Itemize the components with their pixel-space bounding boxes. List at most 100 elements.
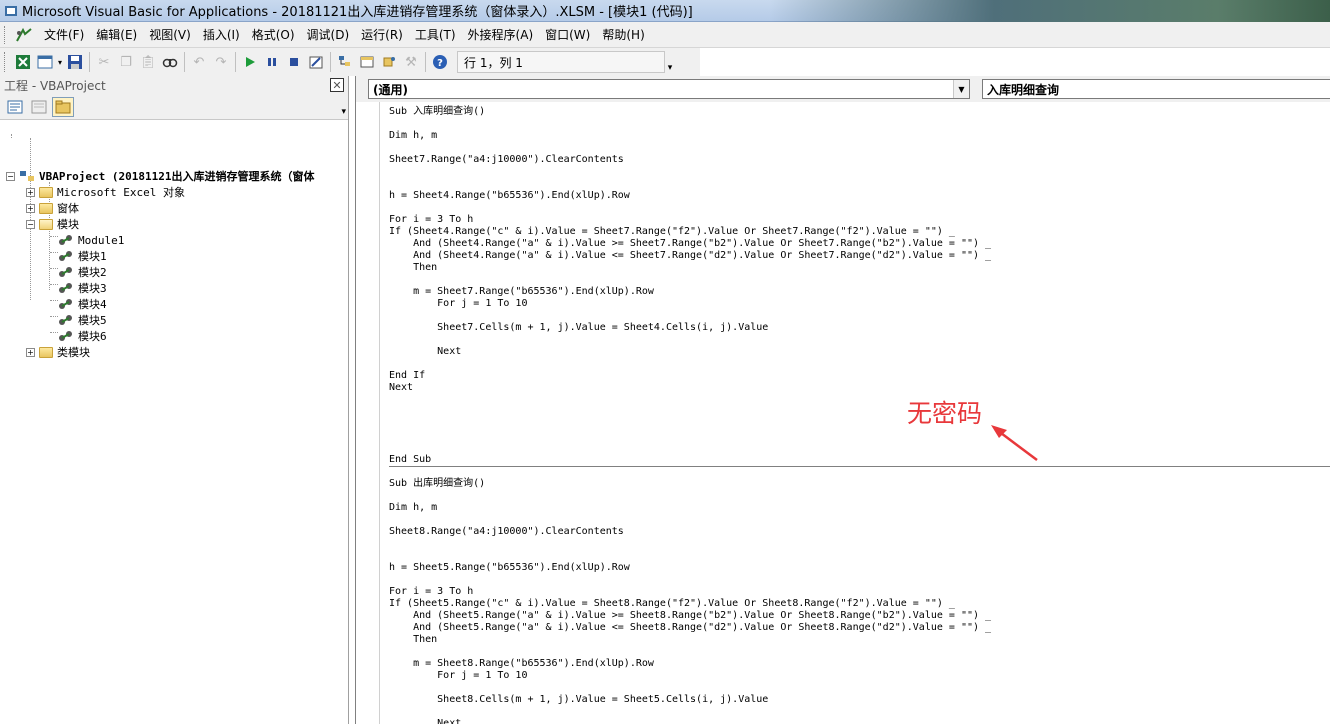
code-line[interactable]: h = Sheet4.Range("b65536").End(xlUp).Row bbox=[389, 190, 630, 202]
toggle-folders-icon[interactable] bbox=[52, 96, 74, 117]
tree-node-module[interactable]: 模块4 bbox=[58, 296, 107, 312]
code-line[interactable]: Sheet8.Cells(m + 1, j).Value = Sheet5.Ce… bbox=[389, 694, 768, 706]
menu-edit[interactable]: 编辑(E) bbox=[90, 26, 143, 43]
undo-icon[interactable]: ↶ bbox=[188, 51, 210, 73]
menu-debug[interactable]: 调试(D) bbox=[301, 26, 356, 43]
menu-tools[interactable]: 工具(T) bbox=[409, 26, 462, 43]
code-line[interactable]: Sub 出库明细查询() bbox=[389, 478, 485, 490]
expand-icon[interactable]: + bbox=[26, 347, 35, 357]
code-line[interactable]: m = Sheet7.Range("b65536").End(xlUp).Row bbox=[389, 286, 654, 298]
menu-window[interactable]: 窗口(W) bbox=[539, 26, 596, 43]
code-line[interactable]: And (Sheet4.Range("a" & i).Value >= Shee… bbox=[389, 238, 991, 250]
tree-node-excel-objects[interactable]: + Microsoft Excel 对象 bbox=[26, 184, 185, 200]
help-icon[interactable]: ? bbox=[429, 51, 451, 73]
run-icon[interactable] bbox=[239, 51, 261, 73]
code-line[interactable]: Dim h, m bbox=[389, 130, 437, 142]
folder-icon bbox=[39, 186, 53, 198]
annotation-text: 无密码 bbox=[907, 399, 983, 428]
save-icon[interactable] bbox=[64, 51, 86, 73]
code-line[interactable]: Next bbox=[389, 718, 461, 724]
code-line[interactable]: Dim h, m bbox=[389, 502, 437, 514]
collapse-icon[interactable]: − bbox=[26, 219, 35, 229]
code-line[interactable]: Sheet8.Range("a4:j10000").ClearContents bbox=[389, 526, 624, 538]
code-line[interactable]: Sheet7.Range("a4:j10000").ClearContents bbox=[389, 154, 624, 166]
menu-file[interactable]: 文件(F) bbox=[38, 26, 90, 43]
tree-node-module[interactable]: 模块3 bbox=[58, 280, 107, 296]
code-line[interactable]: Next bbox=[389, 346, 461, 358]
project-explorer-header: 工程 - VBAProject ✕ bbox=[0, 76, 348, 94]
object-combo[interactable]: (通用) ▼ bbox=[368, 79, 970, 99]
title-bar: Microsoft Visual Basic for Applications … bbox=[0, 0, 1330, 22]
code-line[interactable]: Next bbox=[389, 382, 413, 394]
module-icon bbox=[59, 331, 72, 341]
code-line[interactable]: Then bbox=[389, 262, 437, 274]
toolbox-icon[interactable]: ⚒ bbox=[400, 51, 422, 73]
break-icon[interactable] bbox=[261, 51, 283, 73]
paste-icon[interactable]: 📋︎ bbox=[137, 51, 159, 73]
window-title: Microsoft Visual Basic for Applications … bbox=[22, 5, 693, 20]
code-line[interactable]: m = Sheet8.Range("b65536").End(xlUp).Row bbox=[389, 658, 654, 670]
view-excel-icon[interactable] bbox=[12, 51, 34, 73]
code-line[interactable]: And (Sheet5.Range("a" & i).Value <= Shee… bbox=[389, 622, 991, 634]
menu-view[interactable]: 视图(V) bbox=[143, 26, 197, 43]
dropdown-arrow-icon[interactable]: ▾ bbox=[56, 51, 64, 73]
tree-node-module[interactable]: 模块6 bbox=[58, 328, 107, 344]
tree-node-vbaproject[interactable]: − VBAProject (20181121出入库进销存管理系统（窗体 bbox=[6, 168, 314, 184]
collapse-icon[interactable]: − bbox=[6, 171, 15, 181]
tree-node-module[interactable]: 模块5 bbox=[58, 312, 107, 328]
tree-node-module[interactable]: 模块2 bbox=[58, 264, 107, 280]
menu-insert[interactable]: 插入(I) bbox=[197, 26, 246, 43]
reset-icon[interactable] bbox=[283, 51, 305, 73]
open-folder-icon bbox=[39, 218, 53, 230]
tree-node-module[interactable]: 模块1 bbox=[58, 248, 107, 264]
close-icon[interactable]: ✕ bbox=[330, 78, 344, 92]
code-line[interactable]: And (Sheet5.Range("a" & i).Value >= Shee… bbox=[389, 610, 991, 622]
procedure-combo[interactable]: 入库明细查询 bbox=[982, 79, 1330, 99]
cut-icon[interactable]: ✂ bbox=[93, 51, 115, 73]
copy-icon[interactable]: ❐ bbox=[115, 51, 137, 73]
scroll-arrow-icon[interactable]: ▾ bbox=[341, 107, 346, 117]
project-explorer-icon[interactable] bbox=[334, 51, 356, 73]
code-line[interactable]: For i = 3 To h bbox=[389, 586, 473, 598]
insert-userform-icon[interactable] bbox=[34, 51, 56, 73]
code-line[interactable]: Sheet7.Cells(m + 1, j).Value = Sheet4.Ce… bbox=[389, 322, 768, 334]
code-line[interactable]: If (Sheet5.Range("c" & i).Value = Sheet8… bbox=[389, 598, 955, 610]
object-browser-icon[interactable] bbox=[378, 51, 400, 73]
project-explorer-toolbar: ▾ bbox=[0, 94, 348, 120]
procedure-separator bbox=[389, 466, 1330, 467]
vba-menu-icon[interactable] bbox=[14, 26, 34, 44]
design-mode-icon[interactable] bbox=[305, 51, 327, 73]
expand-icon[interactable]: + bbox=[26, 187, 35, 197]
menu-addins[interactable]: 外接程序(A) bbox=[462, 26, 540, 43]
tree-node-class-modules[interactable]: + 类模块 bbox=[26, 344, 90, 360]
code-line[interactable]: And (Sheet4.Range("a" & i).Value <= Shee… bbox=[389, 250, 991, 262]
code-line[interactable]: For j = 1 To 10 bbox=[389, 298, 527, 310]
code-line[interactable]: If (Sheet4.Range("c" & i).Value = Sheet7… bbox=[389, 226, 955, 238]
code-editor[interactable]: Sub 入库明细查询() Dim h, m Sheet7.Range("a4:j10… bbox=[389, 102, 1330, 724]
annotation-arrow-icon bbox=[991, 425, 1038, 461]
tree-node-modules[interactable]: − 模块 bbox=[26, 216, 79, 232]
code-line[interactable]: h = Sheet5.Range("b65536").End(xlUp).Row bbox=[389, 562, 630, 574]
project-tree: − VBAProject (20181121出入库进销存管理系统（窗体 + Mi… bbox=[0, 120, 348, 359]
code-margin[interactable] bbox=[356, 102, 380, 724]
tree-node-module[interactable]: Module1 bbox=[58, 232, 124, 248]
view-code-icon[interactable] bbox=[4, 97, 26, 117]
menu-run[interactable]: 运行(R) bbox=[355, 26, 409, 43]
code-line[interactable]: For j = 1 To 10 bbox=[389, 670, 527, 682]
code-line[interactable]: Then bbox=[389, 634, 437, 646]
view-object-icon[interactable] bbox=[28, 97, 50, 117]
expand-icon[interactable]: + bbox=[26, 203, 35, 213]
redo-icon[interactable]: ↷ bbox=[210, 51, 232, 73]
find-icon[interactable] bbox=[159, 51, 181, 73]
tree-node-forms[interactable]: + 窗体 bbox=[26, 200, 79, 216]
code-line[interactable]: For i = 3 To h bbox=[389, 214, 473, 226]
properties-window-icon[interactable] bbox=[356, 51, 378, 73]
menu-help[interactable]: 帮助(H) bbox=[596, 26, 650, 43]
dropdown-arrow-icon[interactable]: ▼ bbox=[953, 80, 969, 98]
menu-format[interactable]: 格式(O) bbox=[246, 26, 301, 43]
toolbar-options-icon[interactable]: ▾ bbox=[665, 51, 675, 73]
standard-toolbar: ▾ ✂ ❐ 📋︎ ↶ ↷ ⚒ ? 行 1，列 1 ▾ bbox=[0, 48, 700, 76]
code-line[interactable]: End If bbox=[389, 370, 425, 382]
code-line[interactable]: Sub 入库明细查询() bbox=[389, 106, 485, 118]
code-line[interactable]: End Sub bbox=[389, 454, 431, 466]
